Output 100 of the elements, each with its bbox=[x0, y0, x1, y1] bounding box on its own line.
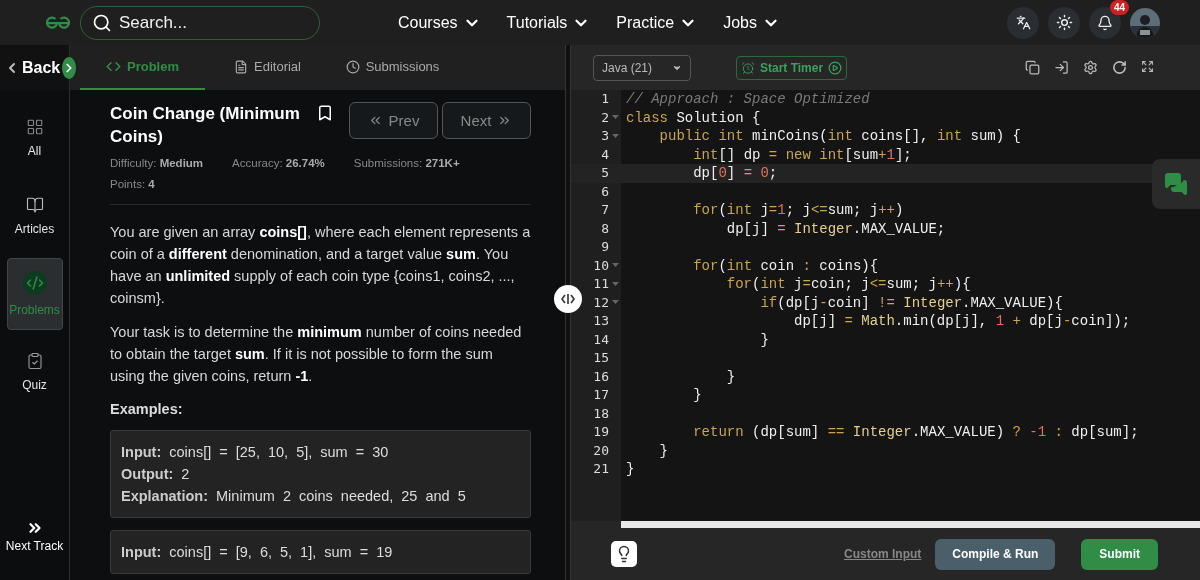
examples-heading: Examples: bbox=[110, 401, 184, 417]
line-number: 14 bbox=[592, 330, 609, 349]
expand-icon bbox=[1141, 60, 1154, 73]
submit-button[interactable]: Submit bbox=[1081, 538, 1158, 570]
fold-icon[interactable] bbox=[611, 300, 619, 306]
expand-button[interactable] bbox=[62, 56, 77, 79]
settings-button[interactable] bbox=[1083, 60, 1098, 75]
line-number: 12 bbox=[592, 293, 609, 312]
scrollbar[interactable] bbox=[621, 521, 1200, 528]
play-icon bbox=[828, 60, 843, 75]
line-number: 9 bbox=[600, 238, 609, 256]
alarm-clock-icon bbox=[741, 60, 755, 75]
line-number: 15 bbox=[592, 349, 609, 367]
code-icon bbox=[22, 271, 47, 295]
problem-description: You are given an array coins[], where each element represents a coin of a different denomination, and a target value sum. You have an unlimited supply of each coin type {coins1, coins2, ..., coinsm}. bbox=[110, 223, 531, 308]
line-number: 2 bbox=[600, 108, 609, 127]
bell-icon bbox=[1097, 14, 1113, 31]
nav-link[interactable]: Courses bbox=[398, 13, 481, 32]
code-line: class Solution { bbox=[626, 108, 761, 127]
problem-title: Coin Change (Minimum Coins) bbox=[110, 103, 300, 148]
translate-icon bbox=[1015, 15, 1031, 30]
next-track-button[interactable]: Next Track bbox=[0, 518, 70, 554]
arrow-into-box-icon bbox=[1054, 60, 1069, 75]
line-number: 13 bbox=[592, 312, 609, 330]
nav-link[interactable]: Practice bbox=[616, 13, 698, 32]
code-line: if(dp[j-coin] != Integer.MAX_VALUE){ bbox=[759, 293, 1063, 312]
clock-icon bbox=[345, 59, 360, 74]
start-timer-button[interactable]: Start Timer bbox=[736, 55, 848, 80]
line-number: 17 bbox=[592, 386, 609, 404]
tab[interactable]: Submissions bbox=[330, 45, 455, 90]
search-icon bbox=[92, 12, 112, 33]
fold-icon[interactable] bbox=[611, 263, 619, 269]
custom-input-link[interactable]: Custom Input bbox=[844, 547, 922, 561]
code-icon bbox=[106, 59, 121, 74]
code-line: public int minCoins(int coins[], int sum) { bbox=[658, 127, 1021, 146]
sidebar-item[interactable]: Articles bbox=[6, 180, 63, 252]
language-select[interactable]: Java (21) bbox=[593, 54, 691, 81]
line-number: 7 bbox=[600, 201, 609, 219]
fold-icon[interactable] bbox=[611, 115, 619, 121]
search-field[interactable]: Search... bbox=[80, 5, 320, 40]
line-number: 16 bbox=[592, 367, 609, 386]
line-number: 3 bbox=[600, 127, 609, 145]
problem-description: Your task is to determine the minimum number of coins needed to obtain the target sum. If it is not possible to form the sum using the given coins, return -1. bbox=[110, 323, 523, 386]
code-line: return (dp[sum] == Integer.MAX_VALUE) ? -1 : dp[sum]; bbox=[692, 423, 1139, 442]
book-icon bbox=[25, 196, 44, 214]
problem-stat: Submissions: 271K+ bbox=[353, 157, 460, 169]
sun-icon bbox=[1055, 14, 1073, 31]
code-line: } bbox=[759, 330, 769, 349]
sidebar-item[interactable]: Quiz bbox=[6, 336, 63, 408]
code-line: } bbox=[725, 367, 736, 386]
fold-icon[interactable] bbox=[611, 133, 619, 139]
document-icon bbox=[234, 59, 248, 74]
code-line: } bbox=[658, 441, 668, 460]
fullscreen-button[interactable] bbox=[1141, 60, 1154, 75]
prev-button[interactable]: Prev bbox=[349, 102, 438, 139]
chat-icon bbox=[1164, 172, 1188, 196]
line-number: 8 bbox=[600, 219, 609, 238]
reset-button[interactable] bbox=[1112, 60, 1127, 75]
code-line: for(int coin : coins){ bbox=[692, 256, 879, 275]
translate-button[interactable] bbox=[1007, 6, 1039, 39]
chat-button[interactable] bbox=[1152, 159, 1200, 209]
code-line: dp[j] = Integer.MAX_VALUE; bbox=[725, 219, 946, 238]
example-line: Input: coins[] = [25, 10, 5], sum = 30 bbox=[121, 443, 390, 462]
line-number: 1 bbox=[600, 90, 609, 108]
line-number: 4 bbox=[600, 145, 609, 164]
fold-icon[interactable] bbox=[611, 281, 619, 287]
example-line: Explanation: Minimum 2 coins needed, 25 and 5 bbox=[121, 487, 467, 506]
split-icon bbox=[561, 293, 575, 305]
settings-icon bbox=[1083, 60, 1098, 75]
code-line: dp[0] = 0; bbox=[692, 164, 778, 183]
code-line: } bbox=[626, 460, 635, 479]
sidebar-item[interactable]: All bbox=[6, 102, 63, 174]
bookmark-icon[interactable] bbox=[316, 104, 334, 122]
hint-button[interactable] bbox=[611, 541, 637, 567]
problem-stat: Points: 4 bbox=[110, 178, 155, 190]
code-editor[interactable] bbox=[571, 90, 1200, 521]
line-number: 18 bbox=[592, 404, 609, 423]
next-button[interactable]: Next bbox=[442, 102, 531, 139]
code-line: int[] dp = new int[sum+1]; bbox=[692, 145, 912, 164]
tab[interactable]: Problem bbox=[80, 45, 205, 90]
line-number: 21 bbox=[592, 460, 609, 478]
logo-icon[interactable] bbox=[46, 15, 70, 30]
nav-link[interactable]: Jobs bbox=[723, 13, 780, 32]
notification-badge: 44 bbox=[1109, 0, 1129, 15]
example-line: Output: 2 bbox=[121, 465, 191, 484]
code-line: for(int j=1; j<=sum; j++) bbox=[692, 201, 904, 220]
problem-stat: Difficulty: Medium bbox=[110, 157, 204, 169]
copy-button[interactable] bbox=[1025, 60, 1040, 75]
tab[interactable]: Editorial bbox=[205, 45, 330, 90]
line-number: 11 bbox=[592, 275, 609, 293]
import-button[interactable] bbox=[1054, 60, 1069, 75]
nav-link[interactable]: Tutorials bbox=[506, 13, 591, 32]
problem-stat: Accuracy: 26.74% bbox=[232, 157, 325, 169]
line-number: 19 bbox=[592, 423, 609, 441]
code-line: } bbox=[692, 386, 702, 405]
copy-icon bbox=[1025, 60, 1040, 75]
theme-button[interactable] bbox=[1048, 6, 1080, 39]
code-line: dp[j] = Math.min(dp[j], 1 + dp[j-coin]); bbox=[793, 312, 1131, 331]
grid-icon bbox=[25, 118, 44, 136]
compile-run-button[interactable]: Compile & Run bbox=[935, 538, 1056, 570]
